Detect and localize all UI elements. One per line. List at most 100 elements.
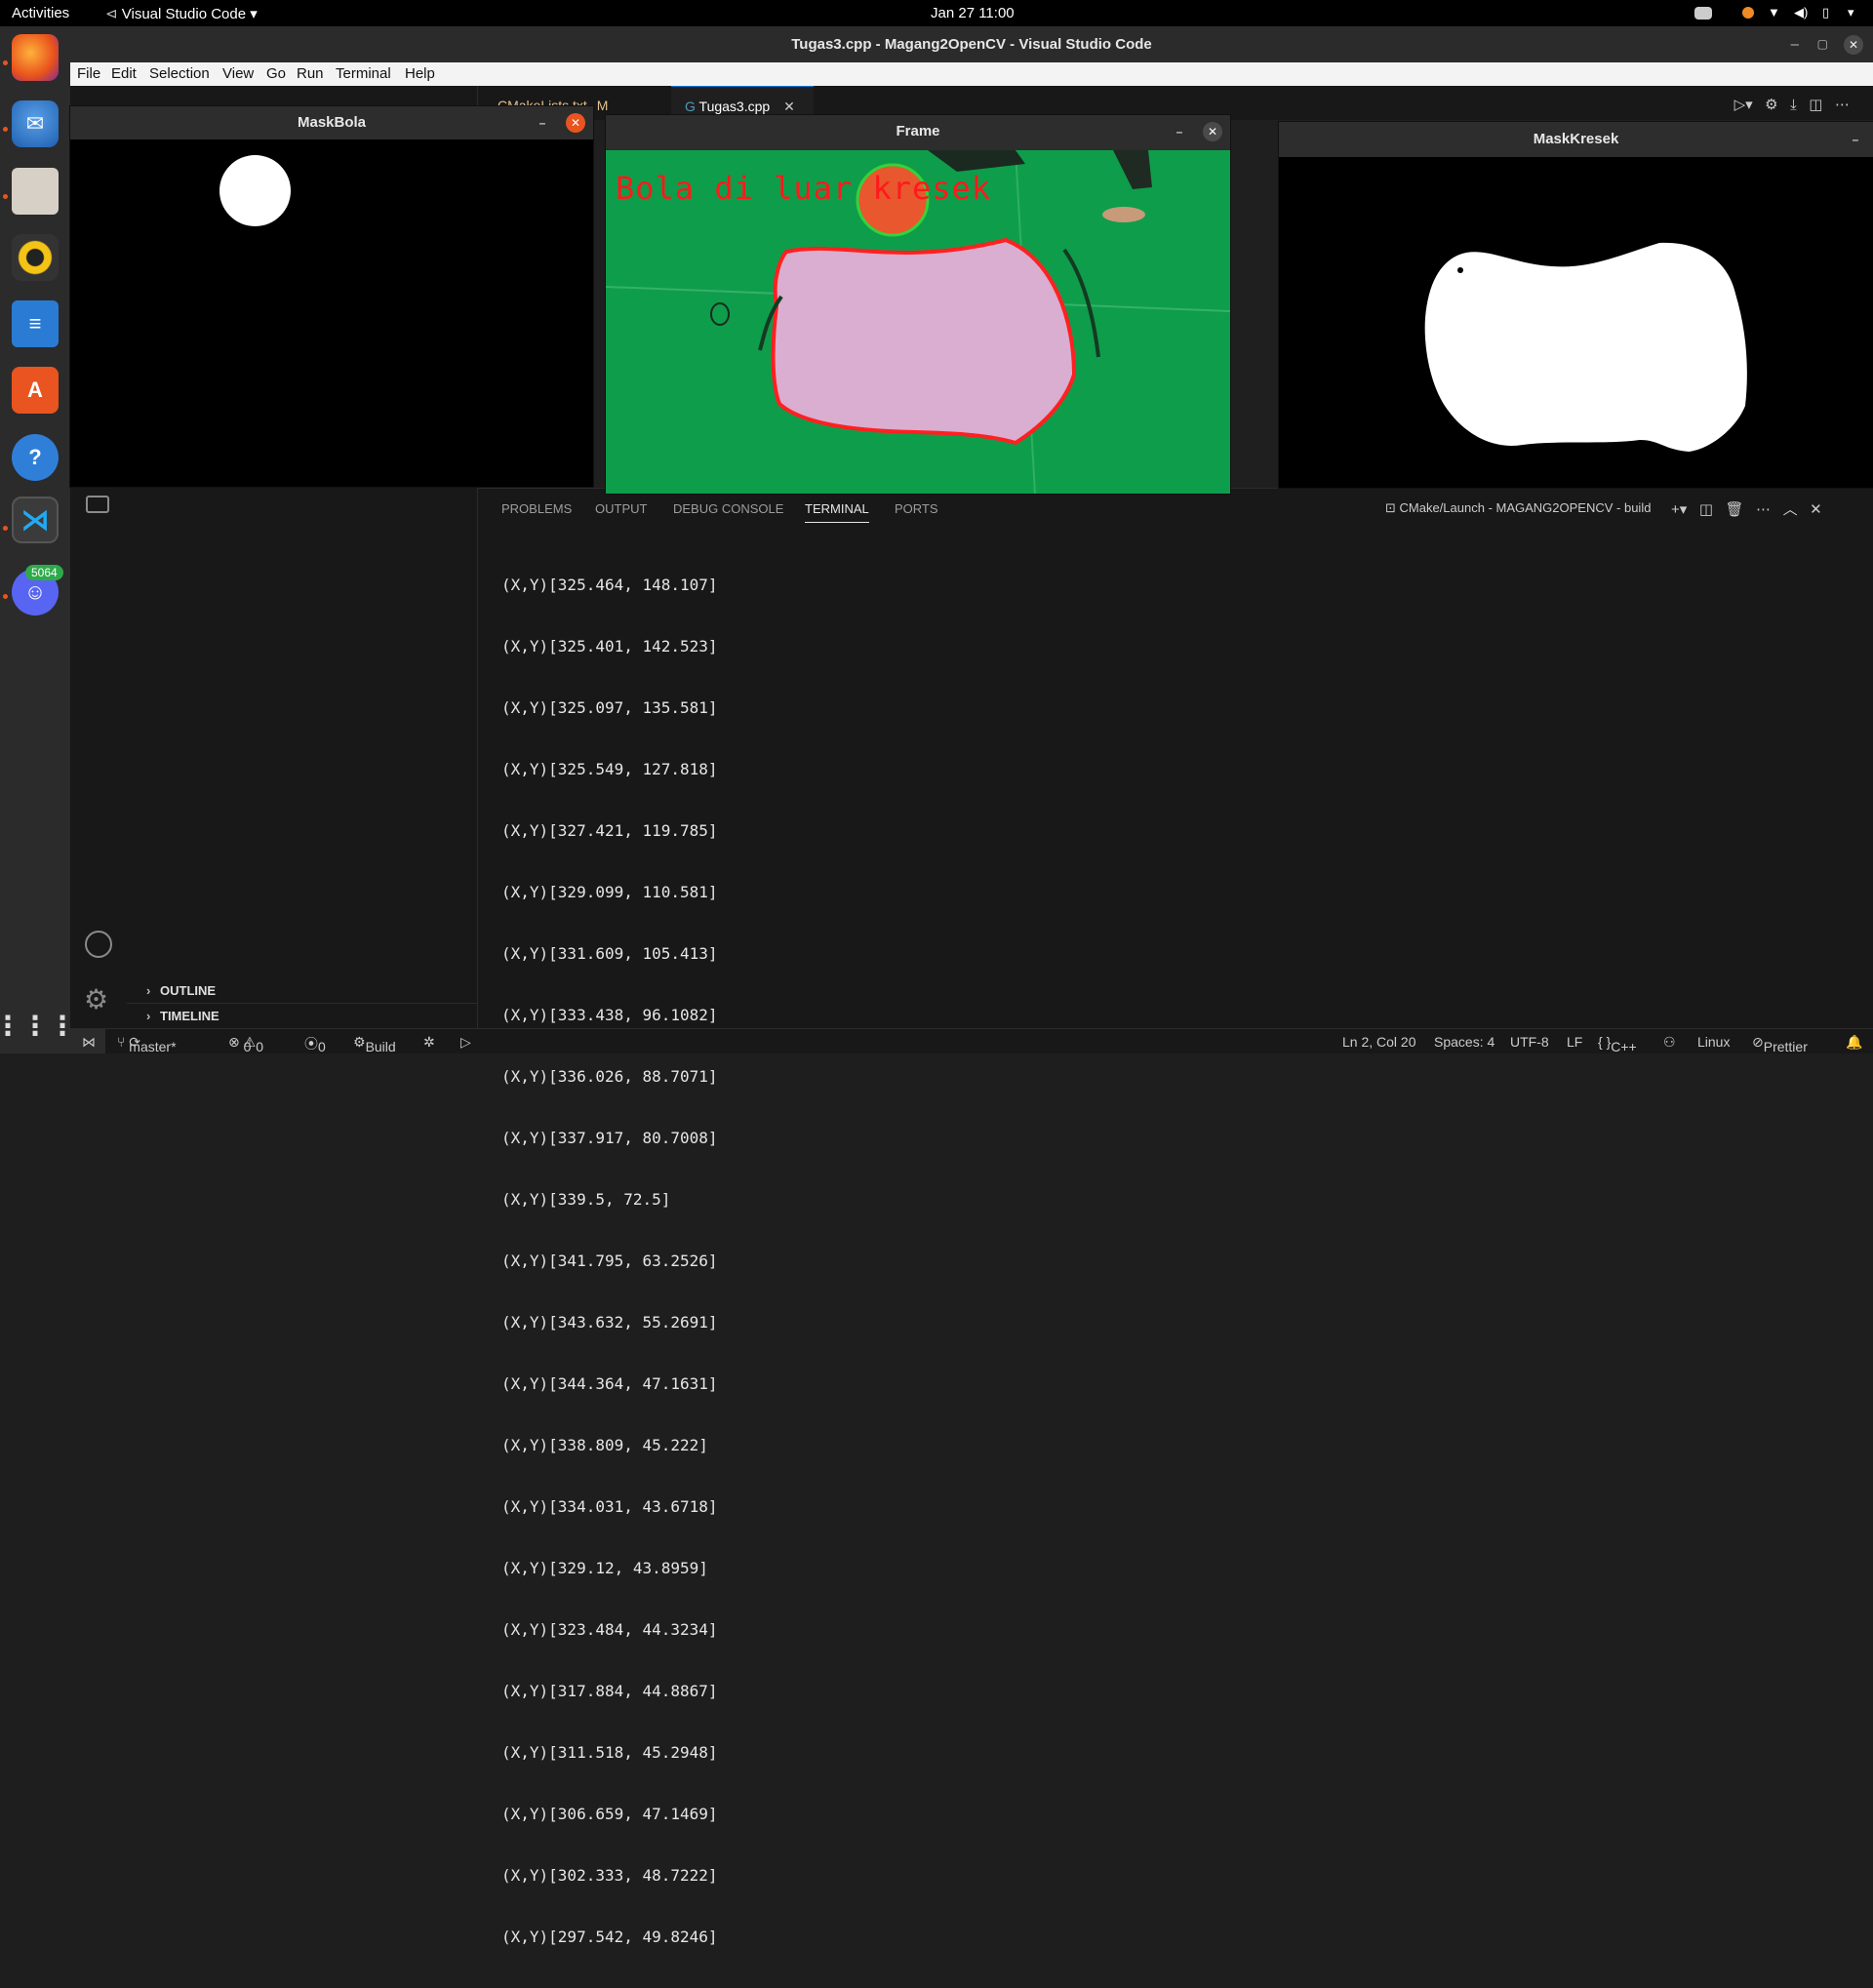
split-terminal-icon[interactable]: ◫ [1699, 501, 1713, 518]
encoding[interactable]: UTF-8 [1510, 1034, 1549, 1050]
problems-indicator[interactable]: ⊗ 0 ⚠ 0 [228, 1034, 263, 1054]
minimize-icon[interactable]: – [1846, 130, 1865, 149]
more-icon[interactable]: ⋯ [1756, 501, 1771, 518]
terminal-line: (X,Y)[306.659, 47.1469] [501, 1805, 718, 1823]
trash-icon[interactable]: 🗑 [1726, 501, 1744, 518]
minimize-icon[interactable]: – [1791, 26, 1799, 62]
terminal-line: (X,Y)[337.917, 80.7008] [501, 1129, 718, 1147]
terminal-line: (X,Y)[325.097, 135.581] [501, 698, 718, 717]
status-bar: ⋈ ⑂ master* ⟳ ⊗ 0 ⚠ 0 ⦿ 0 ⚙ Build ✲ ▷ Ln… [70, 1028, 1873, 1054]
app-center-icon[interactable]: A [12, 367, 59, 414]
tab-problems[interactable]: PROBLEMS [501, 501, 572, 516]
platform[interactable]: Linux [1697, 1034, 1730, 1050]
maskkresek-titlebar[interactable]: MaskKresek – [1279, 122, 1873, 157]
ubuntu-dock: ✉ ≡ A ? ⋊ ☺ 5064 ⋮⋮⋮ [0, 26, 76, 1054]
close-icon[interactable]: ✕ [566, 113, 585, 133]
rhythmbox-icon[interactable] [12, 234, 59, 281]
build-button[interactable]: ⚙ Build [353, 1034, 396, 1054]
battery-icon[interactable]: ▯ [1822, 5, 1838, 20]
tab-output[interactable]: OUTPUT [595, 501, 647, 516]
menu-file[interactable]: File [77, 65, 100, 82]
minimize-icon[interactable]: – [533, 113, 552, 133]
timeline-section[interactable]: › TIMELINE [146, 1009, 219, 1023]
vscode-dock-icon[interactable]: ⋊ [12, 497, 59, 543]
run-icon[interactable]: ▷▾ [1734, 97, 1753, 113]
eol[interactable]: LF [1567, 1034, 1582, 1050]
firefox-icon[interactable] [12, 34, 59, 81]
branch-name: master* [129, 1039, 177, 1054]
ports-indicator[interactable]: ⦿ 0 [304, 1034, 326, 1054]
gear-icon[interactable]: ⚙ [84, 983, 108, 1015]
frame-window[interactable]: Frame – ✕ Bola di luar kresek [606, 115, 1230, 494]
chevron-right-icon: › [146, 1009, 151, 1023]
menu-edit[interactable]: Edit [111, 65, 137, 82]
volume-icon[interactable]: ◀) [1794, 5, 1810, 20]
terminal-output[interactable]: (X,Y)[325.464, 148.107] (X,Y)[325.401, 1… [501, 534, 718, 1988]
menu-help[interactable]: Help [405, 65, 435, 82]
system-menu-icon[interactable]: ▾ [1848, 5, 1863, 20]
panel: PROBLEMS OUTPUT DEBUG CONSOLE TERMINAL P… [478, 488, 1873, 1946]
chat-icon[interactable] [86, 496, 109, 513]
more-actions-icon[interactable]: ⋯ [1835, 97, 1850, 113]
indentation[interactable]: Spaces: 4 [1434, 1034, 1494, 1050]
menu-selection[interactable]: Selection [149, 65, 210, 82]
wifi-icon[interactable]: ▼ [1768, 5, 1783, 20]
settings-icon[interactable]: ⚙ [1765, 97, 1777, 113]
menu-terminal[interactable]: Terminal [336, 65, 391, 82]
download-icon[interactable]: ⤓ [1790, 97, 1797, 113]
add-terminal-icon[interactable]: +▾ [1671, 501, 1687, 518]
thunderbird-icon[interactable]: ✉ [12, 100, 59, 147]
clock[interactable]: Jan 27 11:00 [931, 5, 1015, 21]
maskbola-window[interactable]: MaskBola – ✕ [70, 106, 593, 487]
overlay-status-text: Bola di luar kresek [616, 170, 992, 207]
copilot-icon[interactable]: ⚇ [1663, 1034, 1676, 1051]
language-mode[interactable]: { } C++ [1598, 1034, 1637, 1054]
outline-section[interactable]: › OUTLINE [146, 983, 216, 998]
terminal-line: (X,Y)[331.609, 105.413] [501, 944, 718, 963]
help-icon[interactable]: ? [12, 434, 59, 481]
prettier-indicator[interactable]: ⊘ Prettier [1752, 1034, 1808, 1054]
language-label: C++ [1611, 1039, 1637, 1054]
running-indicator [3, 526, 8, 531]
prettier-label: Prettier [1763, 1039, 1808, 1054]
tab-ports[interactable]: PORTS [895, 501, 938, 516]
branch-indicator[interactable]: ⑂ master* ⟳ [117, 1034, 177, 1054]
minimize-icon[interactable]: – [1170, 122, 1189, 141]
menu-go[interactable]: Go [266, 65, 286, 82]
maskkresek-window[interactable]: MaskKresek – [1279, 122, 1873, 488]
close-icon[interactable]: ✕ [1844, 35, 1863, 55]
maskbola-titlebar[interactable]: MaskBola – ✕ [70, 106, 593, 139]
libreoffice-writer-icon[interactable]: ≡ [12, 300, 59, 347]
notification-dot-icon[interactable] [1742, 7, 1754, 19]
discord-tray-icon[interactable] [1694, 7, 1712, 20]
close-panel-icon[interactable]: ✕ [1810, 501, 1822, 518]
tab-terminal[interactable]: TERMINAL [805, 501, 869, 523]
maximize-icon[interactable]: ▢ [1817, 26, 1828, 62]
terminal-line: (X,Y)[341.795, 63.2526] [501, 1252, 718, 1270]
account-icon[interactable] [85, 931, 112, 958]
menu-view[interactable]: View [222, 65, 254, 82]
frame-titlebar[interactable]: Frame – ✕ [606, 115, 1230, 148]
menu-run[interactable]: Run [297, 65, 324, 82]
window-titlebar: Tugas3.cpp - Magang2OpenCV - Visual Stud… [70, 26, 1873, 62]
cursor-position[interactable]: Ln 2, Col 20 [1342, 1034, 1416, 1050]
launch-icon[interactable]: ▷ [460, 1034, 471, 1051]
timeline-label: TIMELINE [160, 1009, 219, 1023]
activities-button[interactable]: Activities [12, 5, 69, 21]
show-apps-icon[interactable]: ⋮⋮⋮ [0, 1002, 76, 1049]
debug-icon[interactable]: ✲ [423, 1034, 435, 1051]
terminal-line: (X,Y)[344.364, 47.1631] [501, 1374, 718, 1393]
close-icon[interactable]: ✕ [1203, 122, 1222, 141]
files-icon[interactable] [12, 168, 59, 215]
bell-icon[interactable]: 🔔 [1846, 1034, 1862, 1051]
split-editor-icon[interactable]: ◫ [1809, 97, 1822, 113]
close-tab-icon[interactable]: ✕ [783, 99, 795, 114]
app-menu[interactable]: ⊲ Visual Studio Code ▾ [105, 5, 258, 22]
terminal-line: (X,Y)[302.333, 48.7222] [501, 1866, 718, 1885]
build-label: Build [365, 1039, 396, 1054]
maximize-panel-icon[interactable]: ︿ [1783, 501, 1798, 518]
tab-debug-console[interactable]: DEBUG CONSOLE [673, 501, 783, 516]
terminal-selector[interactable]: ⊡ CMake/Launch - MAGANG2OPENCV - build [1385, 500, 1651, 516]
terminal-line: (X,Y)[327.421, 119.785] [501, 821, 718, 840]
terminal-line: (X,Y)[297.542, 49.8246] [501, 1928, 718, 1946]
